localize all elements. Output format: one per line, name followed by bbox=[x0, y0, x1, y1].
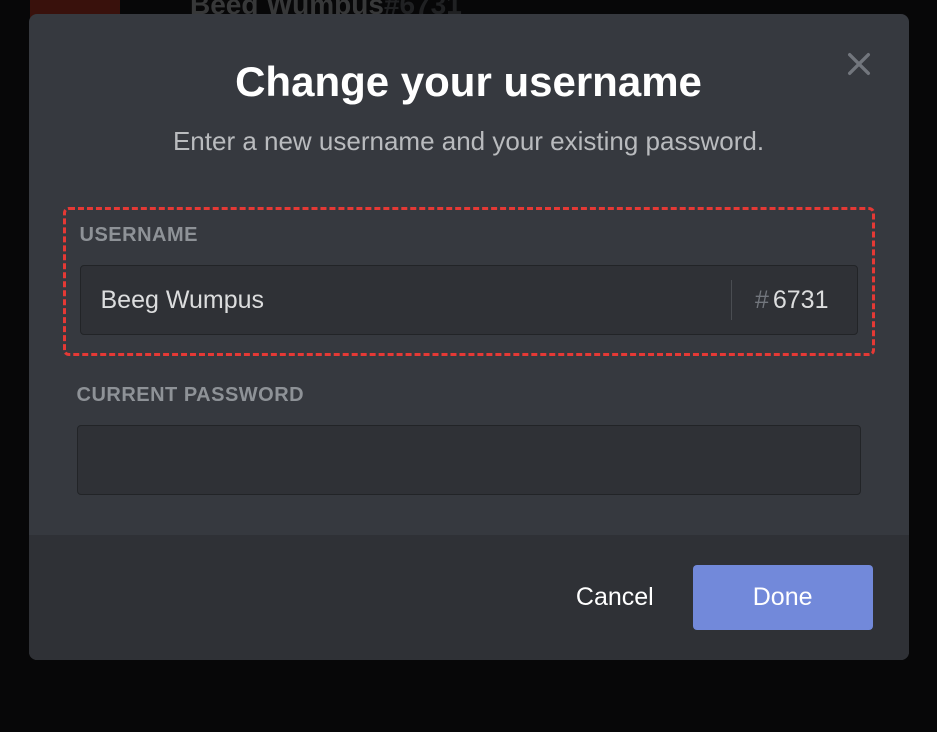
username-input-container: # 6731 bbox=[80, 265, 858, 335]
cancel-button[interactable]: Cancel bbox=[572, 575, 658, 620]
discriminator-value: 6731 bbox=[773, 286, 829, 315]
close-button[interactable] bbox=[839, 44, 879, 84]
modal-footer: Cancel Done bbox=[29, 535, 909, 660]
modal-content: Change your username Enter a new usernam… bbox=[29, 14, 909, 535]
modal-overlay: Change your username Enter a new usernam… bbox=[0, 0, 937, 732]
password-label: CURRENT PASSWORD bbox=[77, 384, 861, 407]
modal-title: Change your username bbox=[63, 58, 875, 106]
password-input[interactable] bbox=[77, 425, 861, 495]
modal-subtitle: Enter a new username and your existing p… bbox=[63, 126, 875, 157]
username-input[interactable] bbox=[81, 266, 731, 334]
done-button[interactable]: Done bbox=[693, 565, 873, 630]
password-section: CURRENT PASSWORD bbox=[63, 384, 875, 495]
username-label: USERNAME bbox=[80, 224, 858, 247]
close-icon bbox=[843, 48, 875, 80]
change-username-modal: Change your username Enter a new usernam… bbox=[29, 14, 909, 660]
hash-symbol: # bbox=[755, 286, 769, 315]
username-field-highlight: USERNAME # 6731 bbox=[63, 207, 875, 356]
discriminator-section: # 6731 bbox=[731, 266, 857, 334]
